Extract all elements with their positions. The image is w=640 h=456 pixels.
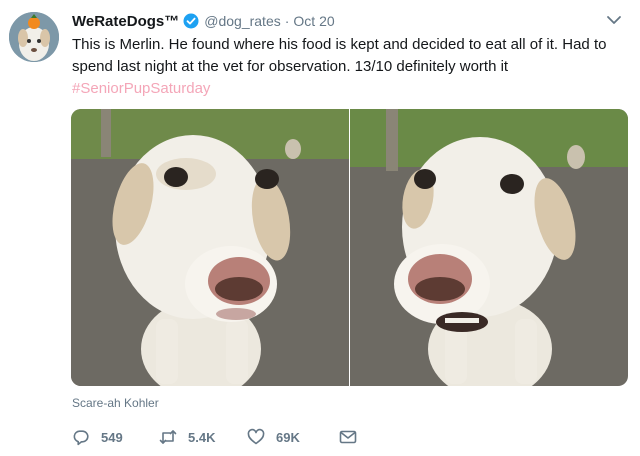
like-count: 69K: [276, 429, 300, 445]
retweet-icon: [159, 430, 177, 444]
retweet-count: 5.4K: [188, 429, 216, 445]
dog-photo-left[interactable]: [71, 109, 349, 386]
like-button[interactable]: 69K: [247, 428, 339, 446]
tweet-date[interactable]: Oct 20: [293, 13, 334, 29]
reply-count: 549: [101, 429, 123, 445]
avatar[interactable]: [9, 12, 59, 62]
verified-badge-icon: [183, 13, 199, 29]
tweet-text: This is Merlin. He found where his food …: [72, 36, 607, 75]
direct-message-icon: [339, 430, 357, 444]
header-separator: ·: [284, 13, 290, 29]
tweet-header: WeRateDogs™ @dog_rates · Oct 20: [72, 11, 335, 31]
retweet-button[interactable]: 5.4K: [159, 428, 247, 446]
photo-credit[interactable]: Scare-ah Kohler: [72, 396, 159, 410]
dog-photo-right[interactable]: [350, 109, 628, 386]
chevron-down-icon[interactable]: [606, 13, 622, 25]
like-icon: [247, 428, 265, 445]
author-handle[interactable]: @dog_rates: [204, 13, 280, 29]
reply-button[interactable]: 549: [72, 428, 159, 446]
action-bar: 549 5.4K 69K: [72, 427, 357, 447]
author-name[interactable]: WeRateDogs™: [72, 13, 179, 30]
reply-icon: [73, 430, 89, 446]
hashtag-link[interactable]: #SeniorPupSaturday: [72, 78, 210, 100]
media-grid: [71, 109, 628, 386]
tweet: WeRateDogs™ @dog_rates · Oct 20 This is …: [0, 0, 640, 456]
direct-message-button[interactable]: [339, 428, 357, 446]
